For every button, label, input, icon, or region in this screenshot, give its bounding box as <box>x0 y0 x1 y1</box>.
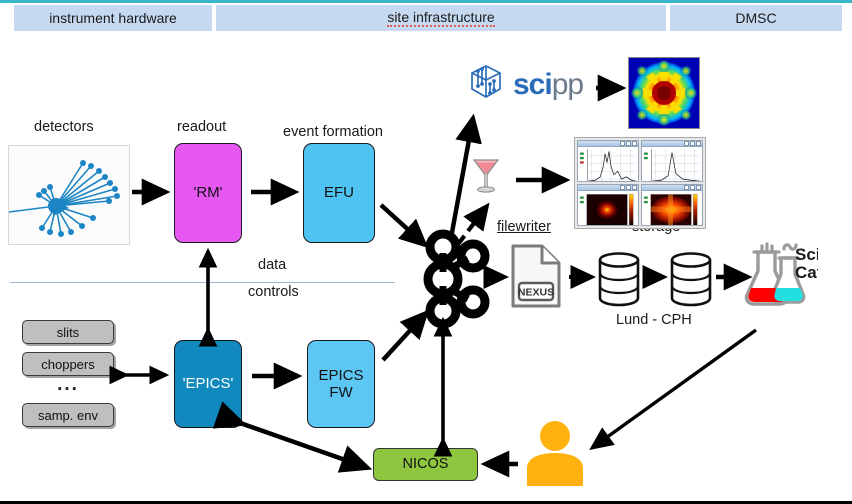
device-box-choppers-label: choppers <box>41 356 95 372</box>
box-efu-label: EFU <box>324 184 354 202</box>
database-cylinder-icon <box>596 251 642 307</box>
box-rm[interactable]: 'RM' <box>174 143 242 243</box>
arrow-efu-to-kafka <box>379 203 429 249</box>
nexus-file-label: NEXUS <box>518 287 554 299</box>
device-list-ellipsis: ... <box>57 374 79 395</box>
scicat-label-line2: Cat <box>795 263 818 282</box>
scipp-logo-group: scipp <box>466 62 584 107</box>
box-epics[interactable]: 'EPICS' <box>174 340 242 428</box>
label-detectors: detectors <box>34 119 94 135</box>
box-epics-fw-label-line2: FW <box>329 384 353 401</box>
data-controls-divider <box>10 282 395 283</box>
device-box-slits[interactable]: slits <box>22 320 114 344</box>
box-nicos[interactable]: NICOS <box>373 448 478 481</box>
diagram-canvas: instrument hardware site infrastructure … <box>0 0 852 504</box>
scipp-wordmark-light: pp <box>551 67 584 101</box>
scipp-wordmark-bold: sci <box>513 67 553 101</box>
nexus-file-icon: NEXUS <box>508 243 564 309</box>
plot-window-heatmap-2 <box>641 184 703 226</box>
scicat-label-line1: Sci <box>795 245 818 264</box>
plot-window-heatmap-1 <box>577 184 639 226</box>
device-box-choppers[interactable]: choppers <box>22 352 114 376</box>
arrow-scicat-to-user <box>589 328 757 450</box>
box-epics-fw-label-line1: EPICS <box>318 366 364 384</box>
scicat-logo: Sci Cat <box>740 238 823 316</box>
plot-window-line-2 <box>641 140 703 182</box>
label-data: data <box>258 257 287 273</box>
user-icon <box>522 420 588 486</box>
label-readout: readout <box>177 119 227 135</box>
header-label-dmsc: DMSC <box>735 10 777 26</box>
heatmap-thumbnail <box>628 57 700 129</box>
plot-window-line-1 <box>577 140 639 182</box>
label-controls: controls <box>248 284 299 300</box>
detector-scatter-icon <box>8 145 130 245</box>
scipp-cube-icon <box>466 62 506 107</box>
database-cylinder-icon <box>668 251 714 307</box>
box-nicos-label: NICOS <box>402 456 449 473</box>
mantid-plots-thumbnail <box>574 137 706 229</box>
top-accent-bar <box>0 0 852 3</box>
device-box-sample-environment-label: samp. env <box>38 407 98 423</box>
header-section-site-infrastructure: site infrastructure <box>216 5 666 31</box>
label-event-formation: event formation <box>283 124 383 140</box>
mantid-glass-icon <box>470 152 502 198</box>
header-section-dmsc: DMSC <box>670 5 842 31</box>
device-box-slits-label: slits <box>56 324 80 340</box>
scipp-wordmark: scipp <box>513 67 584 102</box>
header-label-instrument-hardware: instrument hardware <box>49 10 177 26</box>
device-box-sample-environment[interactable]: samp. env <box>22 403 114 427</box>
box-epics-fw[interactable]: EPICS FW <box>307 340 375 428</box>
kafka-logo <box>423 229 490 329</box>
box-efu[interactable]: EFU <box>303 143 375 243</box>
arrow-epics-nicos-bidirectional <box>212 401 373 473</box>
box-rm-label: 'RM' <box>193 184 223 202</box>
box-epics-label: 'EPICS' <box>182 375 234 393</box>
label-filewriter: filewriter <box>497 219 551 235</box>
arrow-kafka-to-mantid-dashed <box>457 202 490 245</box>
label-lund-cph: Lund - CPH <box>616 312 692 328</box>
arrow-epicsfw-to-kafka <box>381 309 430 362</box>
connector-arrows-layer <box>109 74 757 478</box>
header-label-site-infrastructure: site infrastructure <box>387 9 495 27</box>
header-section-instrument-hardware: instrument hardware <box>14 5 212 31</box>
